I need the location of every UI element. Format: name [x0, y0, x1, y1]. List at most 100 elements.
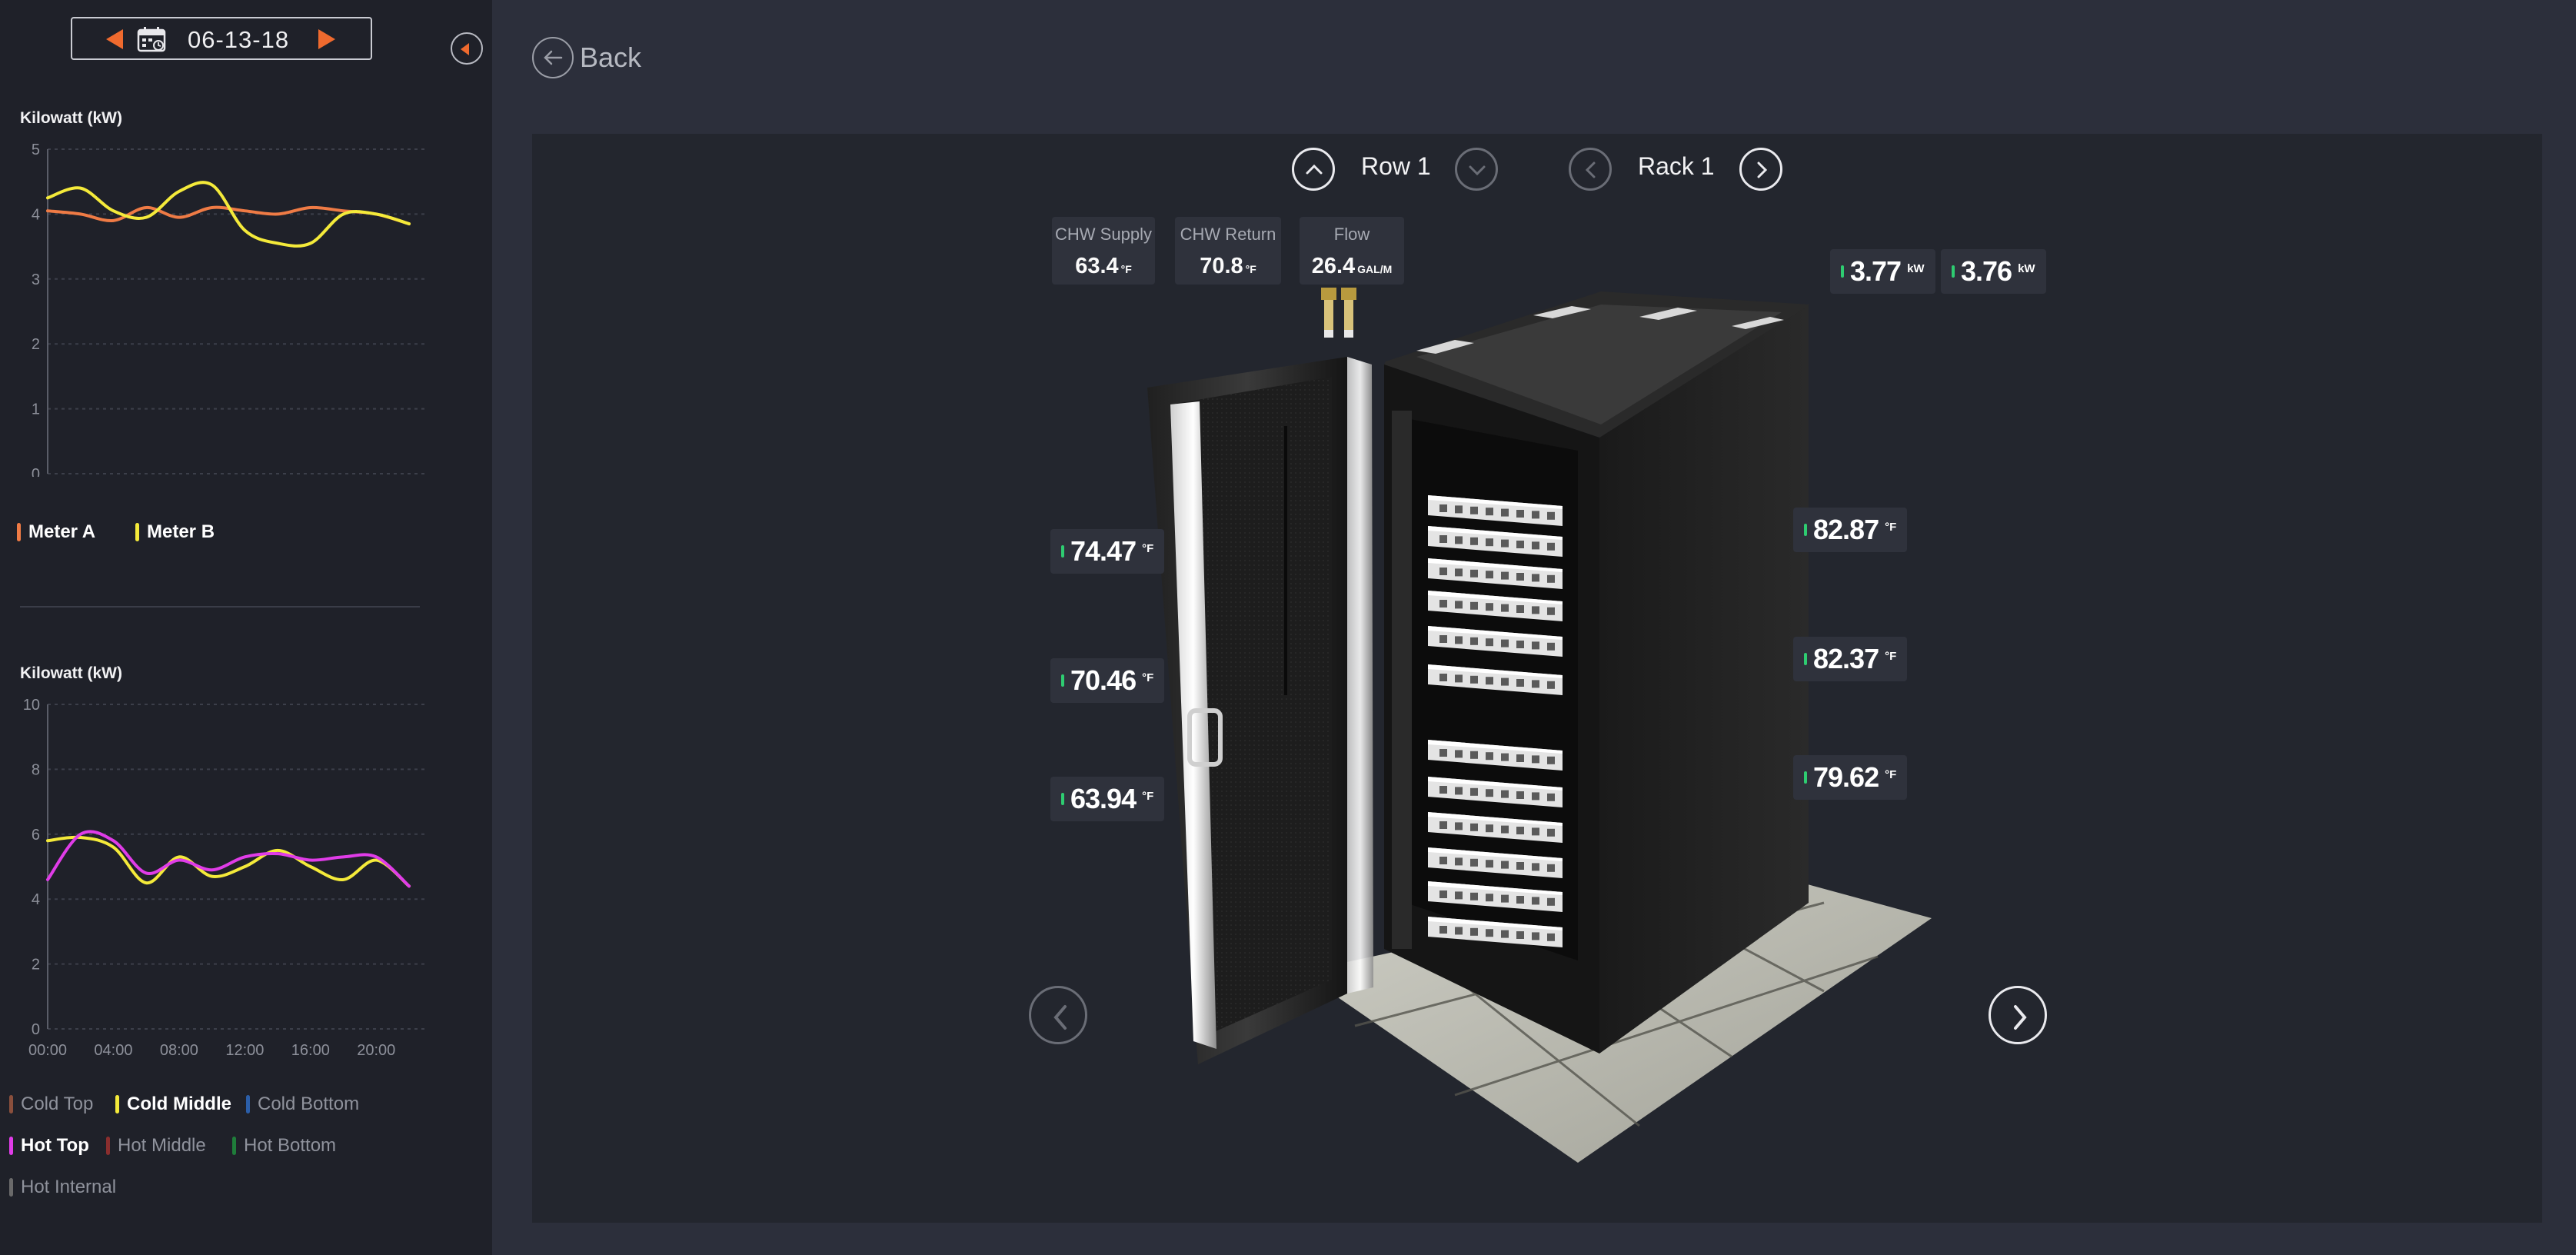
sensor-caption: CHW Return: [1180, 225, 1276, 244]
divider: [20, 606, 420, 608]
legend-swatch: [115, 1095, 119, 1114]
status-indicator: [1841, 265, 1844, 278]
calendar-icon[interactable]: [137, 26, 166, 52]
y-tick-label: 5: [32, 141, 40, 158]
sensor-power-line-chart: 0 2 4 6 8 10 00:00 04:00 08:00 12:00 16:00 20:00: [23, 697, 424, 1055]
reading-unit: °F: [1885, 767, 1897, 781]
status-indicator: [1804, 771, 1807, 784]
sensor-unit: °F: [1120, 263, 1132, 275]
front-middle-temperature: 70.46 °F: [1050, 658, 1165, 703]
status-indicator: [1061, 674, 1064, 687]
legend-swatch: [9, 1137, 13, 1155]
status-indicator: [1061, 545, 1064, 558]
y-tick-label: 0: [32, 1021, 40, 1038]
meter-power-chart: Kilowatt (kW) 01234500:0004:0008:0012:00…: [0, 108, 492, 569]
reading-value: 82.87: [1813, 514, 1879, 545]
legend-item-meter-b[interactable]: Meter B: [135, 521, 215, 543]
legend-label: Cold Middle: [127, 1094, 231, 1114]
series-line-cold-middle: [46, 835, 411, 888]
reading-value: 70.46: [1070, 664, 1137, 696]
rack-3d-illustration: [1147, 288, 1932, 1163]
legend-label: Meter A: [28, 521, 96, 542]
rotate-right-button[interactable]: [1989, 986, 2047, 1044]
current-date: 06-13-18: [188, 26, 290, 53]
status-indicator: [1804, 653, 1807, 665]
legend-item-cold-bottom[interactable]: Cold Bottom: [246, 1094, 359, 1115]
sensor-value: 70.8: [1200, 254, 1243, 278]
legend-item-cold-top[interactable]: Cold Top: [9, 1094, 93, 1115]
legend-swatch: [9, 1178, 13, 1197]
reading-value: 63.94: [1070, 783, 1137, 814]
flow-sensor: Flow 26.4 GAL/M: [1300, 217, 1404, 285]
y-tick-label: 6: [32, 827, 40, 844]
status-indicator: [1952, 265, 1955, 278]
y-tick-label: 4: [32, 206, 40, 223]
reading-unit: °F: [1885, 649, 1897, 663]
front-top-temperature: 74.47 °F: [1050, 529, 1165, 574]
date-navigator: 06-13-18: [71, 17, 372, 60]
previous-date-arrow-icon[interactable]: [106, 29, 123, 49]
sidebar: 06-13-18 Kilowatt (kW) 01234500:0004:000…: [0, 0, 492, 1255]
legend-item-hot-bottom[interactable]: Hot Bottom: [232, 1135, 336, 1157]
reading-unit: °F: [1142, 789, 1154, 803]
series-line-meter-a: [46, 205, 411, 226]
y-tick-label: 4: [32, 891, 40, 908]
chw-return-sensor: CHW Return 70.8 °F: [1175, 217, 1281, 285]
rotate-left-button[interactable]: [1029, 986, 1087, 1044]
legend-item-cold-middle[interactable]: Cold Middle: [115, 1094, 231, 1115]
chart-title: Kilowatt (kW): [20, 109, 122, 127]
rear-bottom-temperature: 79.62 °F: [1793, 755, 1908, 800]
y-tick-label: 1: [32, 401, 40, 418]
series-line-hot-top: [46, 830, 411, 888]
legend-swatch: [17, 523, 21, 541]
reading-value: 3.77: [1850, 255, 1902, 287]
y-tick-label: 0: [32, 466, 40, 477]
reading-unit: °F: [1142, 671, 1154, 684]
x-tick-label: 08:00: [160, 1042, 198, 1055]
sensor-caption: Flow: [1333, 225, 1370, 244]
sensor-value: 63.4: [1075, 254, 1119, 278]
sensor-caption: CHW Supply: [1055, 225, 1152, 244]
legend-label: Hot Bottom: [244, 1135, 337, 1156]
meter-power-line-chart: 01234500:0004:0008:0012:0016:0020:00: [32, 141, 424, 477]
reading-unit: °F: [1142, 541, 1154, 555]
power-reading-b: 3.76 kW: [1941, 249, 2046, 294]
legend-swatch: [106, 1137, 110, 1155]
reading-unit: °F: [1885, 520, 1897, 534]
legend-label: Hot Middle: [118, 1135, 206, 1156]
x-tick-label: 16:00: [291, 1042, 330, 1055]
y-tick-label: 10: [23, 697, 40, 714]
reading-unit: kW: [2018, 261, 2035, 275]
back-button[interactable]: Back: [532, 37, 641, 78]
sensor-unit: °F: [1245, 263, 1256, 275]
y-tick-label: 3: [32, 271, 40, 288]
legend-item-hot-middle[interactable]: Hot Middle: [106, 1135, 206, 1157]
legend-item-hot-internal[interactable]: Hot Internal: [9, 1177, 116, 1198]
rear-middle-temperature: 82.37 °F: [1793, 637, 1908, 681]
legend-swatch: [232, 1137, 236, 1155]
chart-title: Kilowatt (kW): [20, 664, 122, 682]
status-indicator: [1804, 524, 1807, 536]
rear-top-temperature: 82.87 °F: [1793, 508, 1908, 552]
back-arrow-icon: [532, 37, 574, 78]
legend-swatch: [246, 1095, 250, 1114]
front-bottom-temperature: 63.94 °F: [1050, 777, 1165, 821]
sensor-unit: GAL/M: [1357, 263, 1393, 275]
reading-value: 79.62: [1813, 761, 1879, 793]
status-indicator: [1061, 793, 1064, 805]
power-reading-a: 3.77 kW: [1830, 249, 1935, 294]
rack-view-panel: Row 1 Rack 1 CHW Supply 63.4 °F CHW Retu…: [532, 134, 2542, 1223]
temperature-power-chart: Kilowatt (kW) 0 2 4 6 8 10 00:00 04:00 08:00 12:0…: [0, 663, 492, 1217]
legend-item-meter-a[interactable]: Meter A: [17, 521, 95, 543]
legend-label: Cold Bottom: [258, 1094, 360, 1114]
back-label: Back: [580, 42, 642, 73]
legend-label: Hot Internal: [21, 1177, 117, 1197]
collapse-sidebar-button[interactable]: [451, 32, 483, 65]
x-tick-label: 00:00: [28, 1042, 67, 1055]
legend-item-hot-top[interactable]: Hot Top: [9, 1135, 89, 1157]
y-tick-label: 8: [32, 761, 40, 778]
next-date-arrow-icon[interactable]: [318, 29, 335, 49]
x-tick-label: 12:00: [225, 1042, 264, 1055]
legend-label: Cold Top: [21, 1094, 94, 1114]
reading-unit: kW: [1907, 261, 1925, 275]
